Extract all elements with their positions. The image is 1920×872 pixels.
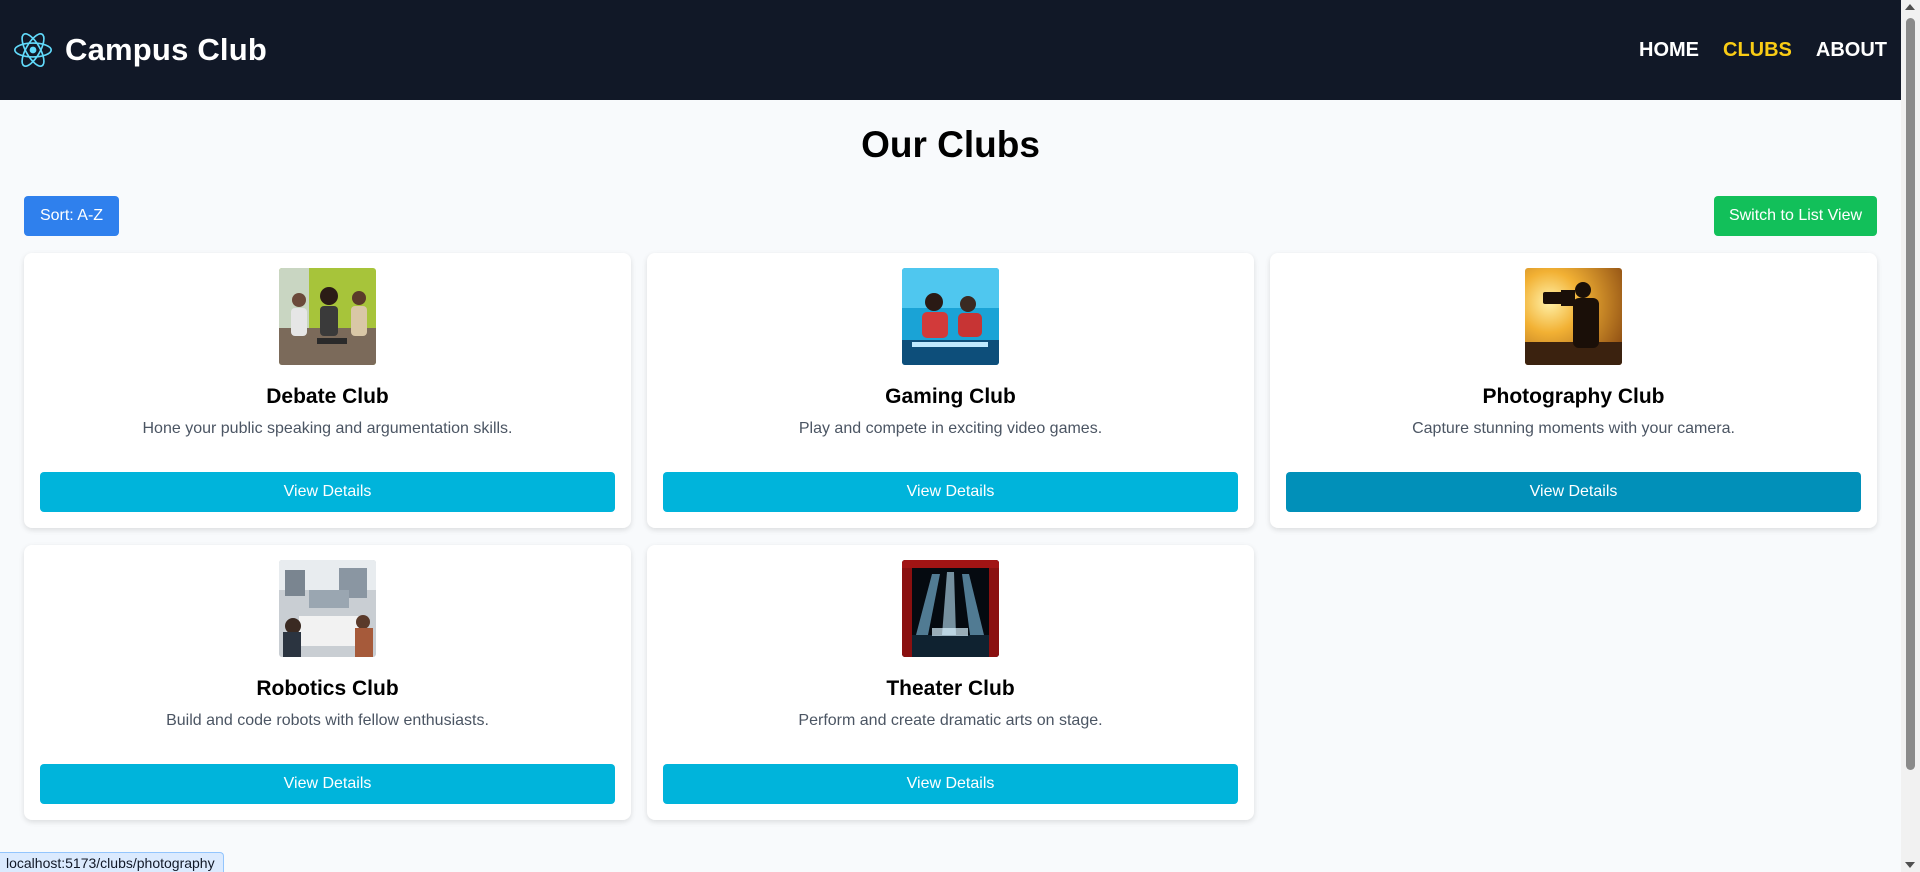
nav-links: HOME CLUBS ABOUT [1639, 39, 1887, 62]
club-description: Build and code robots with fellow enthus… [166, 712, 489, 729]
navbar: Campus Club HOME CLUBS ABOUT [0, 0, 1901, 100]
view-details-button[interactable]: View Details [1286, 472, 1861, 512]
robotics-photo [279, 560, 376, 657]
theater-photo [902, 560, 999, 657]
gaming-photo [902, 268, 999, 365]
status-url: localhost:5173/clubs/photography [0, 852, 224, 872]
scroll-down-arrow-icon[interactable] [1905, 862, 1915, 868]
club-card-photography: Photography Club Capture stunning moment… [1270, 253, 1877, 528]
view-details-button[interactable]: View Details [663, 764, 1238, 804]
debate-photo [279, 268, 376, 365]
club-card-debate: Debate Club Hone your public speaking an… [24, 253, 631, 528]
club-card-theater: Theater Club Perform and create dramatic… [647, 545, 1254, 820]
main-content: Our Clubs Sort: A-Z Switch to List View [0, 100, 1901, 872]
club-description: Perform and create dramatic arts on stag… [798, 712, 1103, 729]
view-details-button[interactable]: View Details [663, 472, 1238, 512]
page: Campus Club HOME CLUBS ABOUT Our Clubs S… [0, 0, 1920, 872]
club-title: Debate Club [266, 385, 389, 408]
club-description: Hone your public speaking and argumentat… [142, 420, 513, 437]
club-description: Play and compete in exciting video games… [798, 420, 1103, 437]
brand-name: Campus Club [65, 32, 267, 67]
nav-link-about[interactable]: ABOUT [1816, 39, 1887, 62]
club-title: Robotics Club [256, 677, 399, 700]
sort-button[interactable]: Sort: A-Z [24, 196, 119, 236]
theater-photo-graphic [902, 560, 999, 657]
photography-photo [1525, 268, 1622, 365]
scroll-thumb[interactable] [1906, 18, 1915, 770]
nav-link-clubs[interactable]: CLUBS [1723, 39, 1792, 62]
switch-view-button[interactable]: Switch to List View [1714, 196, 1877, 236]
view-details-button[interactable]: View Details [40, 472, 615, 512]
brand[interactable]: Campus Club [14, 31, 267, 69]
club-title: Photography Club [1482, 385, 1665, 408]
club-title: Gaming Club [885, 385, 1016, 408]
view-details-button[interactable]: View Details [40, 764, 615, 804]
robotics-photo-graphic [279, 560, 376, 657]
debate-photo-graphic [279, 268, 376, 365]
club-card-robotics: Robotics Club Build and code robots with… [24, 545, 631, 820]
page-title: Our Clubs [861, 124, 1040, 165]
react-atom-icon [14, 33, 52, 67]
scroll-up-arrow-icon[interactable] [1905, 4, 1915, 10]
photography-photo-graphic [1525, 268, 1622, 365]
club-title: Theater Club [886, 677, 1015, 700]
page-scrollbar[interactable] [1901, 0, 1920, 872]
club-description: Capture stunning moments with your camer… [1412, 420, 1735, 437]
club-card-gaming: Gaming Club Play and compete in exciting… [647, 253, 1254, 528]
nav-link-home[interactable]: HOME [1639, 39, 1699, 62]
gaming-photo-graphic [902, 268, 999, 365]
